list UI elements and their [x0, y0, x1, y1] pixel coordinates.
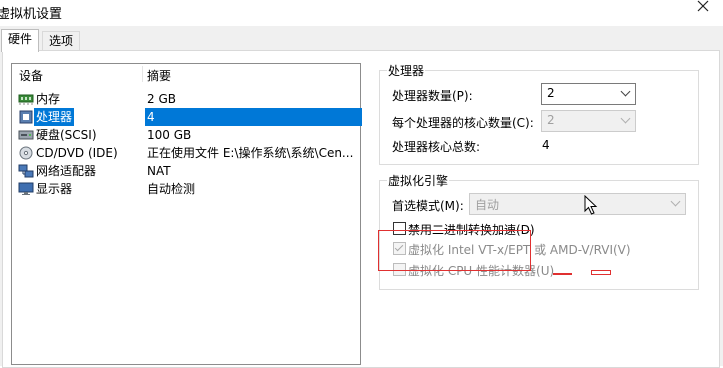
device-row-hard-disk[interactable]: 硬盘(SCSI) 100 GB [12, 126, 360, 144]
annotation-red-mark [591, 270, 611, 275]
title-bar: 虚拟机设置 [0, 0, 723, 26]
processor-count-label: 处理器数量(P): [392, 89, 473, 103]
tab-options[interactable]: 选项 [42, 31, 81, 51]
chevron-down-icon [620, 86, 631, 97]
network-adapter-icon [18, 164, 34, 178]
preferred-mode-value: 自动 [475, 198, 500, 212]
tab-hardware[interactable]: 硬件 [1, 29, 40, 52]
column-header-device[interactable]: 设备 [19, 67, 43, 84]
device-name: 显示器 [36, 182, 73, 196]
tab-strip: 硬件 选项 [0, 26, 723, 52]
column-separator[interactable] [142, 66, 143, 82]
device-row-memory[interactable]: 内存 2 GB [12, 90, 360, 108]
device-row-network-adapter[interactable]: 网络适配器 NAT [12, 162, 360, 180]
annotation-red-box [378, 230, 531, 271]
memory-icon [18, 94, 34, 105]
cores-per-processor-value: 2 [547, 113, 555, 127]
device-summary: 4 [145, 108, 362, 126]
device-row-processor[interactable]: 处理器 4 [12, 108, 362, 126]
device-summary: 自动检测 [147, 182, 196, 196]
device-row-display[interactable]: 显示器 自动检测 [12, 180, 360, 198]
cores-per-processor-select[interactable]: 2 [541, 110, 636, 132]
tab-hardware-label: 硬件 [8, 32, 33, 46]
chevron-down-icon [670, 196, 681, 207]
device-summary: NAT [147, 164, 171, 178]
mouse-pointer-icon [584, 195, 598, 215]
cd-dvd-icon [19, 146, 33, 160]
virtualization-engine-legend: 虚拟化引擎 [387, 172, 450, 189]
device-summary: 正在使用文件 E:\操作系统\系统\Cen... [147, 146, 354, 160]
total-cores-value: 4 [542, 138, 550, 152]
device-row-cd-dvd[interactable]: CD/DVD (IDE) 正在使用文件 E:\操作系统\系统\Cen... [12, 144, 360, 162]
close-icon[interactable] [693, 0, 715, 18]
preferred-mode-select[interactable]: 自动 [469, 193, 686, 215]
device-list-header: 设备 摘要 [12, 64, 360, 84]
tab-options-label: 选项 [49, 34, 74, 48]
device-name: 网络适配器 [36, 164, 97, 178]
device-name: 处理器 [34, 108, 75, 126]
device-name: 内存 [36, 92, 61, 106]
processor-count-value: 2 [547, 86, 555, 100]
display-icon [18, 182, 34, 195]
device-summary: 2 GB [147, 92, 176, 106]
preferred-mode-label: 首选模式(M): [392, 199, 464, 213]
column-header-summary[interactable]: 摘要 [147, 67, 171, 84]
processor-count-select[interactable]: 2 [541, 83, 636, 105]
processors-legend: 处理器 [387, 62, 426, 79]
device-summary: 100 GB [147, 128, 192, 142]
device-name: CD/DVD (IDE) [36, 146, 118, 160]
device-name: 硬盘(SCSI) [36, 128, 97, 142]
total-cores-label: 处理器核心总数: [392, 140, 481, 154]
processor-icon [19, 110, 33, 124]
chevron-down-icon [620, 113, 631, 124]
device-list[interactable]: 设备 摘要 内存 2 GB 处理器 4 硬盘(SCSI) 100 GB CD/D… [11, 63, 362, 365]
hard-disk-icon [18, 130, 34, 140]
window-title: 虚拟机设置 [0, 7, 63, 22]
cores-per-processor-label: 每个处理器的核心数量(C): [392, 116, 534, 130]
annotation-red-underline [553, 273, 572, 275]
